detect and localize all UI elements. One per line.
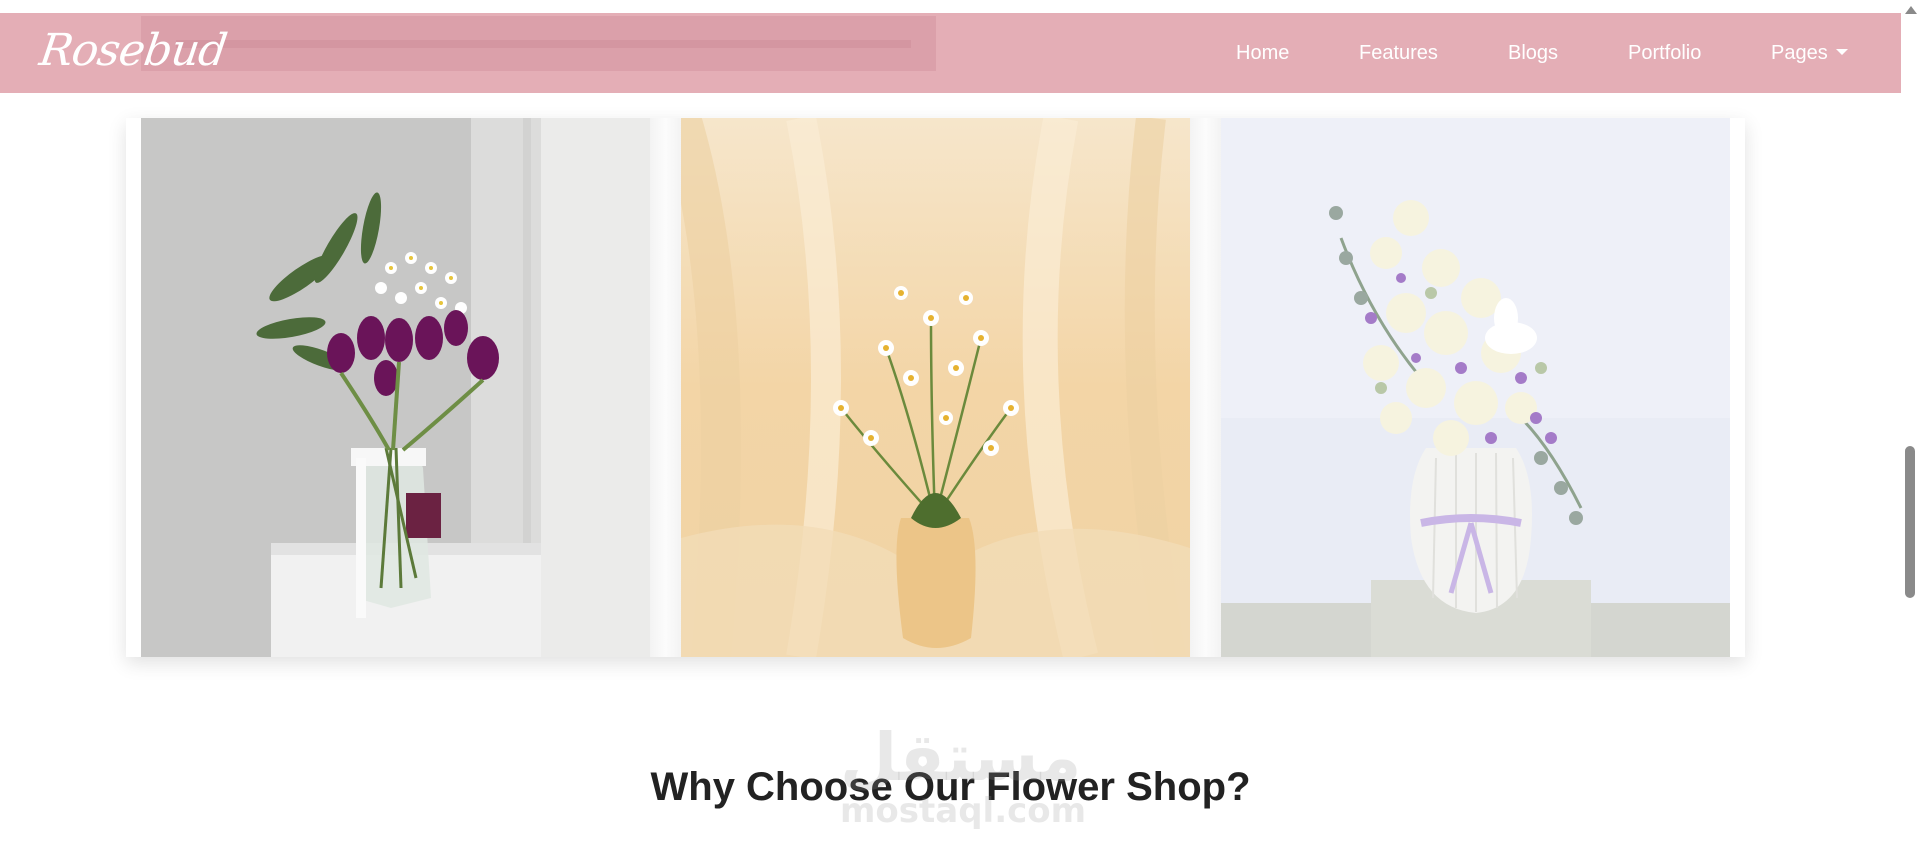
gallery-image-tulips[interactable]	[141, 118, 650, 657]
roses-photo	[1221, 118, 1730, 657]
gallery-separator	[1190, 118, 1221, 657]
nav-link-pages-label: Pages	[1771, 42, 1828, 64]
nav-menu: Home Features Blogs Portfolio Pages	[0, 13, 1901, 93]
gallery-image-roses[interactable]	[1221, 118, 1730, 657]
flower-gallery	[126, 118, 1745, 657]
gallery-separator	[650, 118, 681, 657]
gallery-image-daisies[interactable]	[681, 118, 1190, 657]
top-navbar: Rosebud Home Features Blogs Portfolio Pa…	[0, 13, 1901, 93]
nav-link-features[interactable]: Features	[1359, 42, 1438, 65]
scrollbar-thumb[interactable]	[1905, 446, 1915, 598]
scroll-up-arrow-icon[interactable]	[1905, 6, 1917, 14]
tulips-photo	[141, 118, 650, 657]
daisies-photo	[681, 118, 1190, 657]
chevron-down-icon	[1835, 48, 1848, 55]
section-title: Why Choose Our Flower Shop?	[650, 765, 1251, 809]
nav-link-blogs[interactable]: Blogs	[1508, 42, 1558, 65]
nav-dropdown-pages[interactable]: Pages	[1771, 42, 1848, 65]
vertical-scrollbar[interactable]	[1901, 0, 1919, 845]
nav-link-home[interactable]: Home	[1236, 42, 1289, 65]
nav-link-portfolio[interactable]: Portfolio	[1628, 42, 1701, 65]
